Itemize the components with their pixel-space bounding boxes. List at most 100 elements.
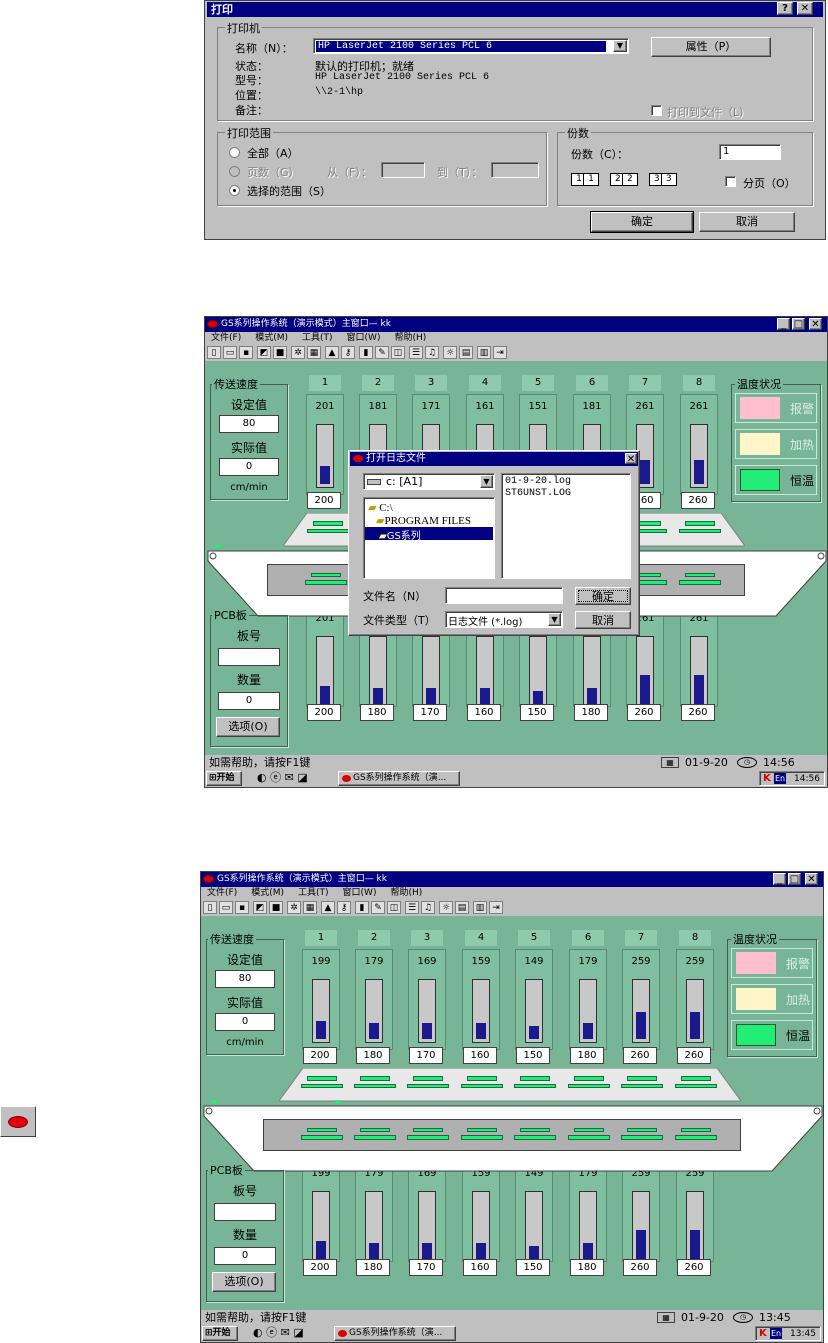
- lower-heater-mark: [354, 1135, 396, 1140]
- folder-program-files[interactable]: ▰PROGRAM FILES: [376, 514, 471, 527]
- lower-heater-mark: [467, 1128, 497, 1132]
- options-button[interactable]: 选项(O): [212, 1272, 276, 1292]
- printer-name-value: HP LaserJet 2100 Series PCL 6: [316, 41, 606, 52]
- ime-k-icon[interactable]: K: [759, 1328, 767, 1340]
- collate-checkbox[interactable]: [725, 176, 736, 187]
- heater-mark: [313, 521, 343, 526]
- collate-label: 分页（O）: [743, 177, 796, 190]
- copies-label: 份数（C）：: [571, 148, 629, 161]
- pcb-group-label: PCB板: [208, 1162, 245, 1178]
- lower-heater-mark: [675, 1135, 717, 1140]
- start-button[interactable]: ⊞开始: [202, 1326, 238, 1341]
- count-input[interactable]: 0: [214, 1247, 276, 1265]
- taskbar: ⊞开始 ◐ ⓔ ✉ ◪ GS系列操作系统（演... K En 13:45: [201, 1325, 823, 1342]
- folder-root[interactable]: ▰ C:\: [368, 501, 393, 514]
- pcb-group-label: PCB板: [212, 607, 249, 623]
- heater-mark: [568, 1084, 610, 1088]
- desktop-icon[interactable]: ◐: [253, 1326, 263, 1339]
- folder-gs-selected[interactable]: ▰GS系列: [365, 527, 493, 542]
- heater-mark: [574, 1076, 604, 1081]
- lower-heater-mark: [360, 1128, 390, 1132]
- type-label: 型号：: [235, 74, 268, 87]
- ok-button[interactable]: 确定: [590, 211, 694, 233]
- range-pages-radio[interactable]: [229, 166, 240, 177]
- channels-icon[interactable]: ◪: [293, 1326, 303, 1339]
- ime-en-icon[interactable]: En: [770, 1328, 783, 1339]
- range-from-input[interactable]: [381, 162, 425, 178]
- open-log-close-button[interactable]: ✕: [625, 453, 637, 465]
- lower-heater-mark: [520, 1128, 550, 1132]
- range-pages-label: 页数（G）: [247, 166, 300, 179]
- board-input[interactable]: [218, 648, 280, 666]
- close-button[interactable]: ✕: [797, 2, 813, 15]
- ime-k-icon[interactable]: K: [763, 773, 771, 785]
- ime-en-icon[interactable]: En: [774, 773, 787, 784]
- help-button[interactable]: ?: [777, 2, 793, 15]
- lower-heater-mark: [681, 1128, 711, 1132]
- heater-mark: [675, 1084, 717, 1088]
- range-all-radio[interactable]: [229, 147, 240, 158]
- cancel-button[interactable]: 取消: [699, 212, 795, 232]
- board-label: 板号: [236, 629, 261, 643]
- outlook-icon[interactable]: ✉: [281, 1326, 290, 1339]
- tray-clock: 13:45: [790, 1329, 816, 1339]
- folder-tree[interactable]: ▰ C:\ ▰PROGRAM FILES ▰GS系列: [363, 497, 495, 579]
- board-input[interactable]: [214, 1203, 276, 1221]
- chevron-down-icon[interactable]: ▼: [548, 613, 561, 626]
- heater-mark: [360, 1076, 390, 1081]
- chevron-down-icon[interactable]: ▼: [613, 40, 627, 52]
- app-task-icon: [338, 1330, 347, 1337]
- quick-launch: ◐ ⓔ ✉ ◪: [257, 771, 308, 785]
- calendar-icon: ▦: [661, 757, 679, 768]
- range-selection-radio[interactable]: [229, 185, 240, 196]
- file-item[interactable]: 01-9-20.log: [505, 476, 571, 487]
- options-button[interactable]: 选项(O): [216, 717, 280, 737]
- properties-button[interactable]: 属性（P）: [651, 37, 771, 57]
- window-2-host: GS系列操作系统（演示模式）主窗口— kk _ □ ✕ 文件(F) 模式(M) 工具…: [200, 871, 824, 1343]
- copies-input[interactable]: 1: [719, 144, 781, 160]
- print-to-file-checkbox[interactable]: [651, 105, 662, 116]
- open-log-cancel-button[interactable]: 取消: [575, 611, 631, 629]
- range-all-label: 全部（A）: [247, 147, 299, 160]
- status-date: 01-9-20: [685, 756, 728, 769]
- lower-heater-mark: [514, 1135, 556, 1140]
- start-button[interactable]: ⊞开始: [206, 771, 242, 786]
- range-selection-label: 选择的范围（S）: [247, 185, 331, 198]
- printer-name-select[interactable]: HP LaserJet 2100 Series PCL 6 ▼: [313, 38, 629, 54]
- open-log-ok-button[interactable]: 确定: [575, 587, 631, 605]
- heater-mark: [467, 1076, 497, 1081]
- app-task-icon: [342, 775, 351, 782]
- filetype-value: 日志文件 (*.log): [448, 617, 523, 628]
- open-log-dialog: 打开日志文件 ✕ c: [A1] ▼ ▰ C:\ ▰PROGRAM FILES …: [348, 450, 640, 636]
- clock-icon: ◷: [733, 1312, 753, 1323]
- folder-root-label: C:\: [379, 502, 393, 514]
- taskbar-item[interactable]: GS系列操作系统（演...: [338, 771, 460, 786]
- alarm-icon[interactable]: [0, 1106, 36, 1137]
- ie-icon[interactable]: ⓔ: [266, 1326, 277, 1339]
- open-folder-icon: ▰: [379, 531, 387, 542]
- lower-heater-mark: [685, 573, 715, 577]
- channels-icon[interactable]: ◪: [297, 771, 307, 784]
- print-dialog: 打印 ? ✕ 打印机 名称（N）： HP LaserJet 2100 Serie…: [204, 0, 826, 240]
- filetype-label: 文件类型（T）: [363, 614, 436, 627]
- file-list[interactable]: 01-9-20.log ST6UNST.LOG: [501, 473, 631, 579]
- count-input[interactable]: 0: [218, 692, 280, 710]
- taskbar-item[interactable]: GS系列操作系统（演...: [334, 1326, 456, 1341]
- file-item[interactable]: ST6UNST.LOG: [505, 488, 571, 499]
- range-to-input[interactable]: [491, 162, 539, 178]
- clock-icon: ◷: [737, 757, 757, 768]
- drive-select[interactable]: c: [A1] ▼: [363, 473, 495, 490]
- outlook-icon[interactable]: ✉: [285, 771, 294, 784]
- ie-icon[interactable]: ⓔ: [270, 771, 281, 784]
- heater-mark: [685, 521, 715, 526]
- lower-heater-mark: [461, 1135, 503, 1140]
- chevron-down-icon[interactable]: ▼: [480, 475, 493, 488]
- open-folder-icon: ▰: [368, 502, 377, 514]
- heater-mark: [461, 1084, 503, 1088]
- comment-label: 备注：: [235, 104, 268, 117]
- filename-input[interactable]: [445, 587, 563, 604]
- desktop-icon[interactable]: ◐: [257, 771, 267, 784]
- filetype-select[interactable]: 日志文件 (*.log) ▼: [445, 611, 563, 628]
- lower-heater-mark: [407, 1135, 449, 1140]
- open-log-title: 打开日志文件: [366, 453, 426, 464]
